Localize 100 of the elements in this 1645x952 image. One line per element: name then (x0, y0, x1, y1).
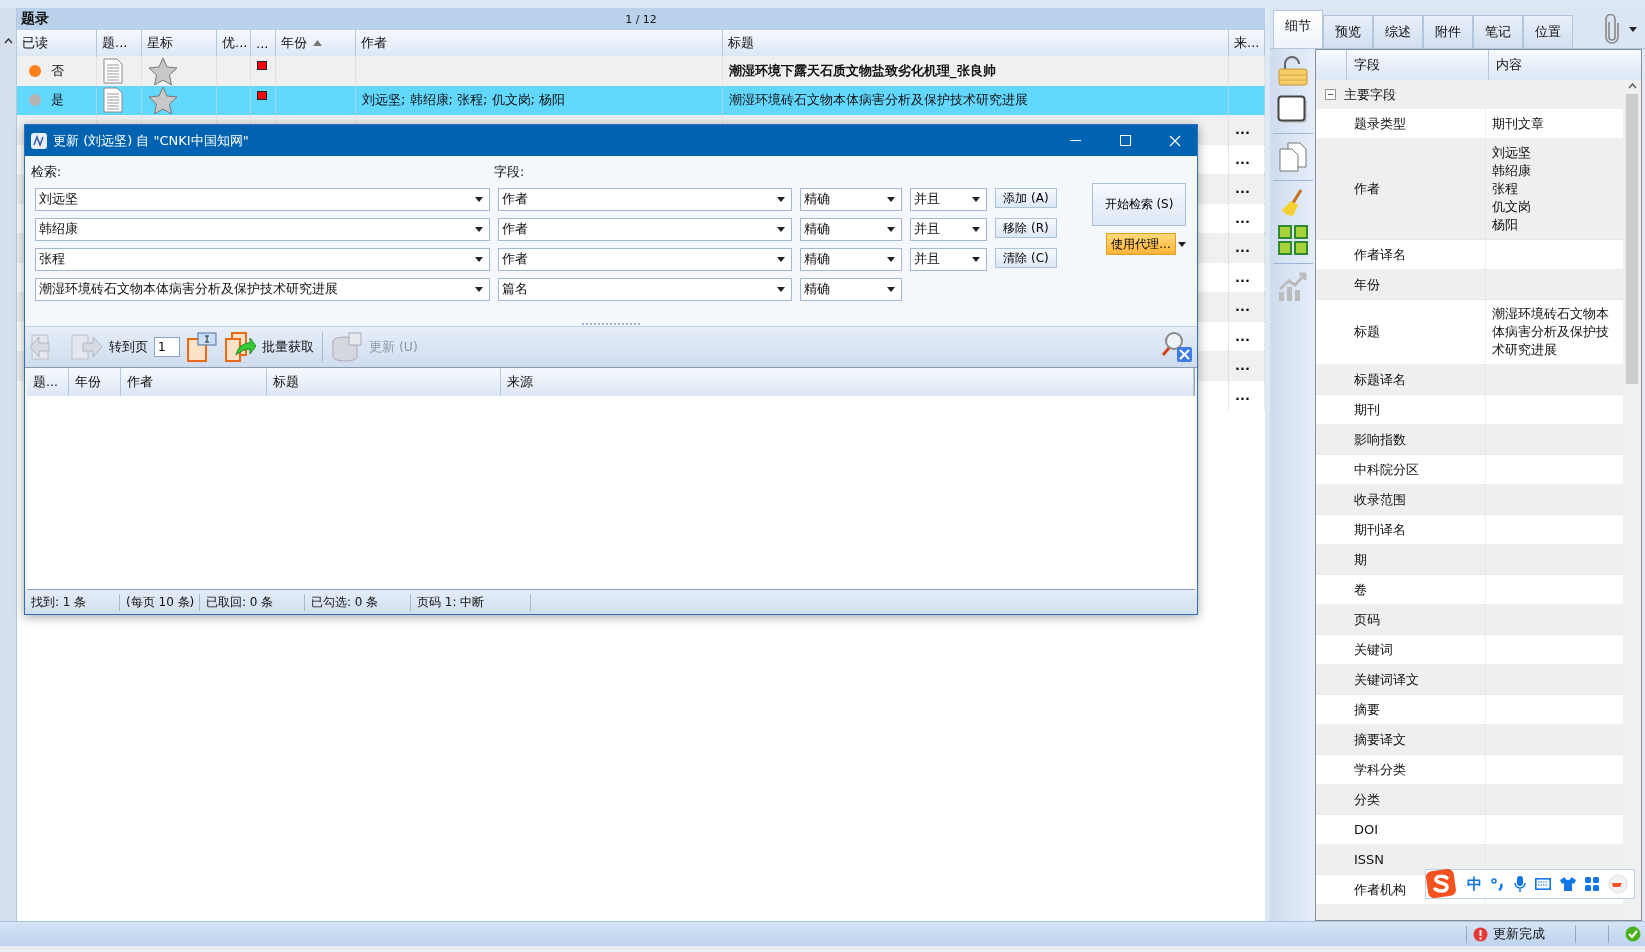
sort-arrow-icon (313, 40, 322, 46)
field-name: 摘要 (1353, 700, 1380, 719)
input-mode[interactable]: 中 (1467, 874, 1482, 894)
field-name: 卷 (1353, 580, 1367, 599)
page-input[interactable]: 1 (154, 337, 180, 357)
dropdown[interactable]: 作者 (498, 248, 792, 271)
field-name: 期 (1353, 550, 1367, 569)
field-name: 学科分类 (1353, 760, 1406, 779)
dropdown[interactable]: 作者 (498, 188, 792, 211)
dropdown[interactable]: 作者 (498, 218, 792, 241)
tab[interactable]: 笔记 (1473, 15, 1523, 48)
shirt-icon[interactable] (1560, 877, 1576, 891)
source-cell: ... (1235, 269, 1250, 285)
star-icon[interactable] (148, 86, 178, 115)
group-row[interactable]: 主要字段 (1316, 80, 1623, 109)
dropdown[interactable]: 精确 (800, 188, 902, 211)
search-button[interactable]: 开始检索 (S) (1092, 183, 1186, 226)
document-icon (103, 87, 123, 114)
source-cell: ... (1235, 387, 1250, 403)
dropdown[interactable]: 韩绍康 (35, 218, 490, 241)
source-cell: ... (1235, 210, 1250, 226)
status-text: (每页 10 条) (120, 593, 200, 611)
row-button[interactable]: 清除 (C) (995, 248, 1057, 268)
field-name: 关键词译文 (1353, 670, 1419, 689)
close-icon (1169, 134, 1181, 147)
field-name: 作者机构 (1353, 880, 1406, 899)
list-row[interactable]: 是 刘远坚; 韩绍康; 张程; 仉文岗; 杨阳 潮湿环境砖石文物本体病害分析及保护技术研究进展 (17, 85, 1265, 115)
page-jump-icon[interactable] (186, 331, 218, 363)
field-name: DOI (1353, 822, 1379, 837)
dropdown[interactable]: 刘远坚 (35, 188, 490, 211)
scroll-thumb[interactable] (1626, 94, 1638, 384)
field-value: 韩绍康 (1492, 162, 1532, 180)
field-value: 刘远坚 (1492, 144, 1532, 162)
field-name: 期刊译名 (1353, 520, 1406, 539)
broom-icon[interactable] (1280, 189, 1305, 217)
dropdown[interactable]: 潮湿环境砖石文物本体病害分析及保护技术研究进展 (35, 278, 490, 301)
title-cell: 潮湿环境下露天石质文物盐致劣化机理_张良帅 (729, 61, 996, 80)
scroll-up-icon[interactable] (3, 38, 13, 44)
dropdown[interactable]: 并且 (910, 188, 987, 211)
dropdown[interactable]: 并且 (910, 218, 987, 241)
minimize-icon (1069, 139, 1081, 142)
dropdown[interactable]: 并且 (910, 248, 987, 271)
dialog-title: 更新 (刘远坚) 自 "CNKI中国知网" (53, 131, 250, 150)
batch-fetch-label[interactable]: 批量获取 (262, 338, 314, 356)
row-button[interactable]: 移除 (R) (995, 218, 1057, 238)
dropdown[interactable]: 精确 (800, 248, 902, 271)
panel-title: 题录 (21, 10, 50, 28)
padlock-icon[interactable] (1276, 55, 1309, 87)
group-label: 主要字段 (1344, 85, 1396, 104)
field-name: 年份 (1353, 275, 1380, 294)
tab[interactable]: 附件 (1423, 15, 1473, 48)
clear-search-icon[interactable] (1161, 331, 1193, 363)
star-icon[interactable] (148, 56, 178, 85)
field-value: 期刊文章 (1492, 114, 1545, 133)
field-name: 摘要译文 (1353, 730, 1406, 749)
caret-icon (1629, 26, 1637, 32)
field-name: 关键词 (1353, 640, 1393, 659)
row-button[interactable]: 添加 (A) (995, 188, 1057, 208)
field-name: 分类 (1353, 790, 1380, 809)
field-name: 作者译名 (1353, 245, 1406, 264)
title-cell: 潮湿环境砖石文物本体病害分析及保护技术研究进展 (729, 91, 1028, 110)
grid-icon[interactable] (1277, 225, 1308, 255)
field-name: 作者 (1353, 180, 1380, 198)
source-cell: ... (1235, 122, 1250, 138)
status-text: 找到: 1 条 (25, 593, 120, 611)
tab[interactable]: 预览 (1323, 15, 1373, 48)
source-cell: ... (1235, 181, 1250, 197)
field-name: 页码 (1353, 610, 1380, 629)
proxy-button[interactable]: 使用代理... (1106, 233, 1176, 255)
dropdown[interactable]: 精确 (800, 278, 902, 301)
collapse-icon[interactable] (1325, 89, 1336, 100)
dropdown[interactable]: 篇名 (498, 278, 792, 301)
author-cell: 刘远坚; 韩绍康; 张程; 仉文岗; 杨阳 (362, 91, 566, 110)
window-icon[interactable] (1276, 95, 1309, 125)
source-cell: ... (1235, 240, 1250, 256)
punctuation-icon[interactable] (1491, 877, 1505, 891)
tab[interactable]: 综述 (1373, 15, 1423, 48)
field-name: 收录范围 (1353, 490, 1406, 509)
splitter-handle[interactable] (582, 322, 640, 325)
dropdown[interactable]: 张程 (35, 248, 490, 271)
source-cell: ... (1235, 299, 1250, 315)
paperclip-icon[interactable] (1605, 14, 1619, 44)
go-to-page-label: 转到页 (109, 338, 148, 356)
dropdown[interactable]: 精确 (800, 218, 902, 241)
batch-fetch-icon[interactable] (224, 331, 256, 363)
tab[interactable]: 位置 (1523, 15, 1573, 48)
logo-icon[interactable] (1426, 869, 1458, 899)
mascot-icon[interactable] (1608, 874, 1628, 894)
apps-icon[interactable] (1585, 877, 1599, 891)
scrollbar[interactable] (1623, 80, 1641, 920)
caret-icon (1178, 241, 1186, 247)
field-value: 仉文岗 (1492, 198, 1532, 216)
list-row[interactable]: 否 潮湿环境下露天石质文物盐致劣化机理_张良帅 (17, 56, 1265, 86)
field-name: 中科院分区 (1353, 460, 1419, 479)
copy-icon[interactable] (1278, 142, 1307, 172)
field-name: 标题译名 (1353, 370, 1406, 389)
keyboard-icon[interactable] (1535, 878, 1551, 890)
microphone-icon[interactable] (1514, 876, 1526, 892)
tab[interactable]: 细节 (1273, 10, 1323, 48)
status-text: 已取回: 0 条 (200, 593, 305, 611)
